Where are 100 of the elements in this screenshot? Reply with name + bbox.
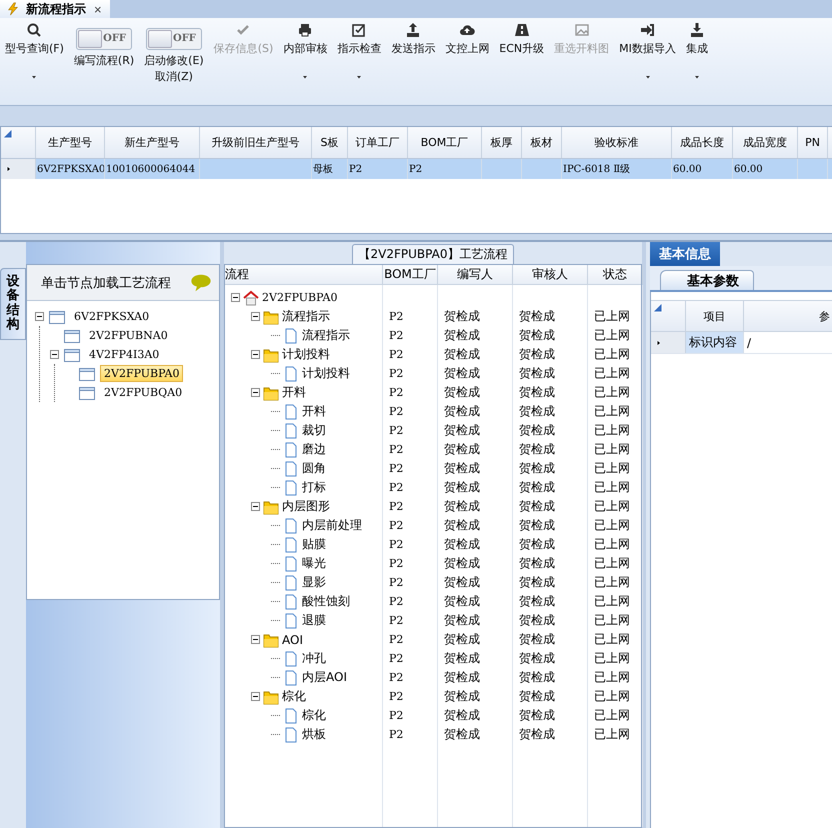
- tree-item[interactable]: 流程指示: [302, 327, 350, 344]
- folder-icon: [263, 688, 279, 704]
- side-tab[interactable]: 设备结构: [0, 268, 26, 340]
- column-header[interactable]: 升级前旧生产型号: [200, 127, 312, 158]
- tree-item[interactable]: 酸性蚀刻: [302, 593, 350, 610]
- tree-item[interactable]: 2V2FPUBPA0: [262, 291, 338, 304]
- tree-item[interactable]: 6V2FPKSXA0: [70, 308, 154, 325]
- collapse-icon[interactable]: [251, 388, 260, 397]
- table-cell-text: P2: [388, 386, 404, 399]
- table-cell-text: 已上网: [593, 327, 631, 344]
- table-cell-text: 已上网: [593, 631, 631, 648]
- toggle-button[interactable]: OFF 编写流程(R): [68, 22, 140, 69]
- column-header[interactable]: 流程: [225, 265, 383, 284]
- table-cell-text: 已上网: [593, 479, 631, 496]
- toolbar-button[interactable]: 文控上网: [440, 22, 494, 61]
- table-cell-text: P2: [388, 595, 404, 608]
- tree-item[interactable]: 计划投料: [282, 346, 330, 363]
- tree-item[interactable]: 2V2FPUBPA0: [100, 365, 184, 382]
- column-header[interactable]: BOM工厂: [408, 127, 482, 158]
- column-header[interactable]: 板材: [522, 127, 562, 158]
- collapse-icon[interactable]: [251, 502, 260, 511]
- table-cell-text: 贺检成: [518, 327, 556, 344]
- tree-item[interactable]: 烘板: [302, 726, 326, 743]
- tree-item[interactable]: 开料: [302, 403, 326, 420]
- tree-item[interactable]: 4V2FP4I3A0: [85, 346, 164, 363]
- column-header[interactable]: 参: [744, 301, 830, 331]
- tree-item[interactable]: 棕化: [282, 688, 306, 705]
- table-cell: 10010600064044: [106, 164, 196, 174]
- column-header[interactable]: 审核人: [513, 265, 588, 284]
- table-cell-text: 贺检成: [518, 460, 556, 477]
- tree-item[interactable]: 圆角: [302, 460, 326, 477]
- column-header[interactable]: 订单工厂: [348, 127, 408, 158]
- table-cell-text: P2: [388, 614, 404, 627]
- table-cell-text: P2: [388, 690, 404, 703]
- tree-item[interactable]: 冲孔: [302, 650, 326, 667]
- table-cell-text: 贺检成: [443, 574, 481, 591]
- table-cell-text: 贺检成: [443, 308, 481, 325]
- tree-item[interactable]: 曝光: [302, 555, 326, 572]
- table-cell-text: P2: [388, 424, 404, 437]
- collapse-icon[interactable]: [231, 293, 240, 302]
- table-cell-text: 已上网: [593, 517, 631, 534]
- tree-item[interactable]: 流程指示: [282, 308, 330, 325]
- column-header[interactable]: 编写人: [438, 265, 513, 284]
- toolbar-button[interactable]: ECN升级: [494, 22, 550, 61]
- toggle-button[interactable]: OFF 启动修改(E) 取消(Z): [139, 22, 209, 85]
- switch-text: OFF: [103, 32, 126, 46]
- tree-item[interactable]: 贴膜: [302, 536, 326, 553]
- close-button[interactable]: ×: [92, 2, 104, 16]
- column-header[interactable]: 生产型号: [36, 127, 105, 158]
- tree-item[interactable]: 显影: [302, 574, 326, 591]
- tree-item[interactable]: 内层前处理: [302, 517, 362, 534]
- column-header[interactable]: 板厚: [482, 127, 522, 158]
- collapse-icon[interactable]: [251, 692, 260, 701]
- column-header[interactable]: 项目: [686, 301, 744, 331]
- tree-item[interactable]: 2V2FPUBQA0: [100, 384, 186, 401]
- collapse-icon[interactable]: [251, 635, 260, 644]
- tree-item[interactable]: 棕化: [302, 707, 326, 724]
- column-header[interactable]: PN: [798, 127, 828, 158]
- table-cell-text: 贺检成: [443, 726, 481, 743]
- table-cell-text: 贺检成: [443, 384, 481, 401]
- home-icon: [243, 290, 259, 306]
- table-cell-text: P2: [388, 709, 404, 722]
- table-cell-text: 贺检成: [518, 593, 556, 610]
- document-icon: [283, 594, 299, 610]
- table-cell-text: P2: [388, 348, 404, 361]
- column-header[interactable]: 成品宽度: [733, 127, 798, 158]
- toolbar-button[interactable]: 发送指示: [386, 22, 440, 61]
- tab-title[interactable]: 新流程指示: [26, 0, 86, 18]
- tree-item[interactable]: 裁切: [302, 422, 326, 439]
- collapse-icon[interactable]: [251, 350, 260, 359]
- collapse-icon[interactable]: [50, 350, 59, 359]
- column-header[interactable]: BOM工厂: [383, 265, 438, 284]
- tree-item[interactable]: 内层图形: [282, 498, 330, 515]
- table-cell-text: 贺检成: [443, 669, 481, 686]
- tree-item[interactable]: 计划投料: [302, 365, 350, 382]
- tree-item[interactable]: AOI: [282, 632, 303, 646]
- tree-item[interactable]: 内层AOI: [302, 669, 347, 686]
- column-header[interactable]: 新生产型号: [105, 127, 200, 158]
- toolbar-button[interactable]: MI数据导入: [614, 22, 681, 86]
- collapse-icon[interactable]: [251, 312, 260, 321]
- tree-item[interactable]: 开料: [282, 384, 306, 401]
- tree-item[interactable]: 磨边: [302, 441, 326, 458]
- document-icon: [283, 612, 299, 628]
- tree-item[interactable]: 退膜: [302, 612, 326, 629]
- toolbar-button[interactable]: 指示检查: [332, 22, 386, 86]
- column-header[interactable]: 成品长度: [672, 127, 733, 158]
- tree-item[interactable]: 2V2FPUBNA0: [85, 327, 172, 344]
- tree-item[interactable]: 打标: [302, 479, 326, 496]
- tab[interactable]: 基本参数: [660, 270, 754, 290]
- toolbar-button[interactable]: 内部审核: [278, 22, 332, 86]
- toolbar-button[interactable]: 型号查询(F): [0, 22, 69, 86]
- document-icon: [283, 708, 299, 724]
- table-cell-text: IPC-6018 Ⅱ级: [563, 163, 630, 176]
- folder-icon: [263, 384, 279, 400]
- switch-text: OFF: [173, 32, 196, 46]
- collapse-icon[interactable]: [35, 312, 44, 321]
- table-cell-text: 贺检成: [443, 346, 481, 363]
- column-header[interactable]: S板: [312, 127, 348, 158]
- toolbar-button[interactable]: 集成: [680, 22, 713, 86]
- column-header[interactable]: 验收标准: [562, 127, 672, 158]
